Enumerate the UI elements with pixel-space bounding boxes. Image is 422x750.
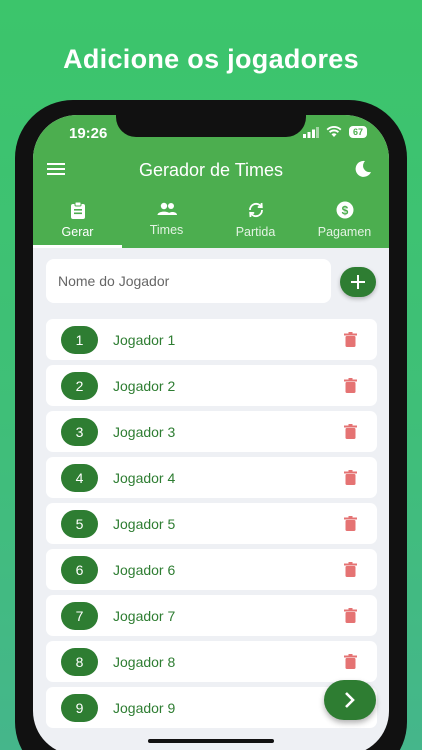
player-name: Jogador 8 [113,653,176,670]
player-number-badge: 1 [61,325,98,354]
svg-text:$: $ [341,203,348,217]
tab-bar: Gerar Times Partida $ Pagamen [33,197,389,248]
player-row: 1 Jogador 1 [46,319,377,360]
player-row: 7 Jogador 7 [46,595,377,636]
player-number-badge: 8 [61,647,98,676]
tab-label-times: Times [149,223,184,237]
player-name: Jogador 3 [113,423,176,440]
player-number-badge: 7 [61,601,98,630]
wifi-icon [326,126,342,137]
tab-label-pagamentos: Pagamen [317,225,372,239]
player-name: Jogador 7 [113,607,176,624]
next-button[interactable] [324,680,376,720]
trash-icon[interactable] [344,424,357,439]
status-icons: 67 [302,126,367,138]
player-row: 2 Jogador 2 [46,365,377,406]
player-row: 8 Jogador 8 [46,641,377,682]
trash-icon[interactable] [344,332,357,347]
sync-icon [248,202,263,218]
player-row: 3 Jogador 3 [46,411,377,452]
trash-icon[interactable] [344,378,357,393]
player-number-badge: 9 [61,693,98,722]
trash-icon[interactable] [344,562,357,577]
player-name: Jogador 9 [113,699,176,716]
home-indicator [148,739,274,743]
dollar-icon: $ [336,201,353,219]
phone-notch [116,107,306,137]
trash-icon[interactable] [344,608,357,623]
player-number-badge: 6 [61,555,98,584]
theme-toggle-button[interactable] [353,159,375,181]
moon-icon [355,160,371,177]
tab-label-gerar: Gerar [61,225,94,239]
player-number-badge: 2 [61,371,98,400]
player-number-badge: 4 [61,463,98,492]
app-screen: 19:26 67 Gerador de Times Gerar Times Pa… [33,115,389,750]
add-player-button[interactable] [340,267,376,297]
plus-icon [351,275,365,289]
tab-gerar[interactable]: Gerar [33,197,122,248]
marketing-headline: Adicione os jogadores [63,44,359,74]
trash-icon[interactable] [344,654,357,669]
tab-pagamentos[interactable]: $ Pagamen [300,197,389,248]
tab-partida[interactable]: Partida [211,197,300,248]
trash-icon[interactable] [344,470,357,485]
player-name: Jogador 2 [113,377,176,394]
add-player-row [46,259,379,303]
chevron-right-icon [345,692,355,708]
tab-label-partida: Partida [235,225,276,239]
trash-icon[interactable] [344,516,357,531]
status-time: 19:26 [69,125,108,142]
player-number-badge: 3 [61,417,98,446]
player-name-input[interactable] [46,259,331,303]
app-title: Gerador de Times [138,160,284,180]
player-row: 5 Jogador 5 [46,503,377,544]
player-row: 6 Jogador 6 [46,549,377,590]
group-icon [157,202,177,215]
signal-icon [302,126,319,138]
player-name: Jogador 1 [113,331,176,348]
player-row: 4 Jogador 4 [46,457,377,498]
tab-times[interactable]: Times [122,197,211,248]
player-list: 1 Jogador 1 2 Jogador 2 3 Jogador 3 4 Jo… [46,319,377,733]
player-number-badge: 5 [61,509,98,538]
player-name: Jogador 6 [113,561,176,578]
battery-indicator: 67 [348,126,367,138]
player-name: Jogador 4 [113,469,176,486]
player-name: Jogador 5 [113,515,176,532]
clipboard-icon [70,201,85,219]
